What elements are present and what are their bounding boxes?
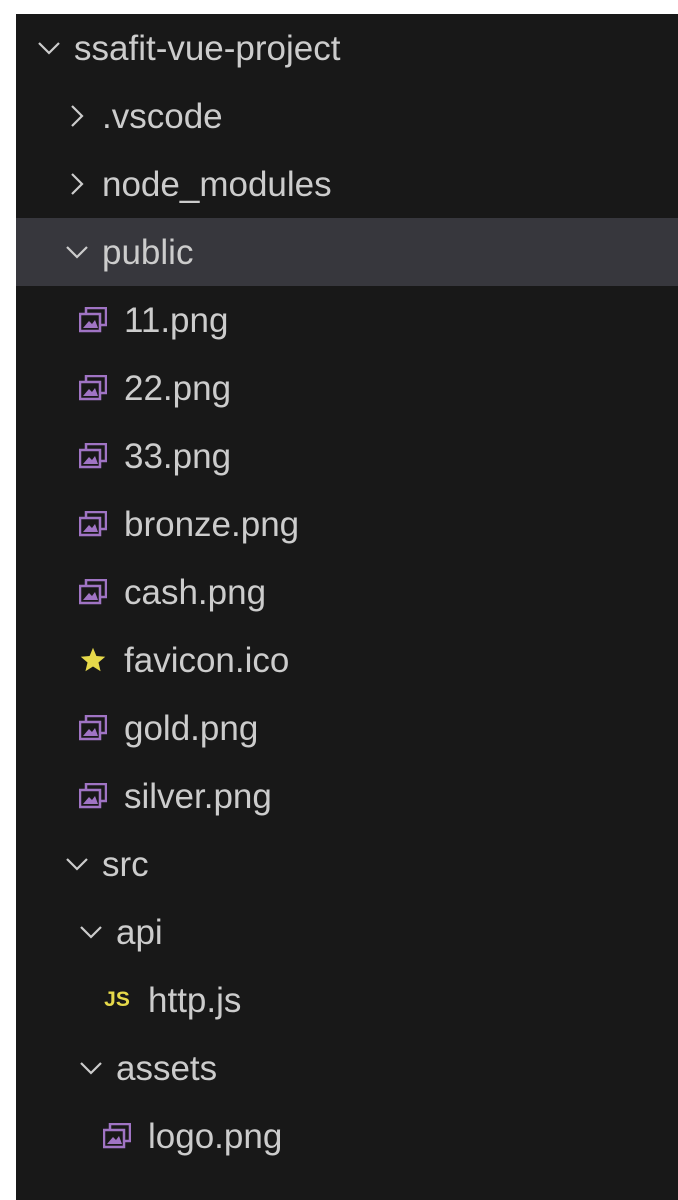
tree-item-label: logo.png: [148, 1116, 283, 1156]
tree-file-11-png[interactable]: 11.png: [16, 286, 678, 354]
tree-item-label: api: [116, 912, 163, 952]
tree-item-label: public: [102, 232, 194, 272]
star-icon: [76, 643, 110, 677]
tree-item-label: 33.png: [124, 436, 232, 476]
tree-folder-node-modules[interactable]: node_modules: [16, 150, 678, 218]
chevron-down-icon: [34, 33, 64, 63]
tree-file-bronze-png[interactable]: bronze.png: [16, 490, 678, 558]
chevron-down-icon: [62, 237, 92, 267]
image-file-icon: [76, 371, 110, 405]
tree-folder-public[interactable]: public: [16, 218, 678, 286]
image-file-icon: [76, 439, 110, 473]
tree-item-label: assets: [116, 1048, 218, 1088]
image-file-icon: [76, 303, 110, 337]
tree-item-label: favicon.ico: [124, 640, 290, 680]
tree-file-33-png[interactable]: 33.png: [16, 422, 678, 490]
file-explorer-tree: ssafit-vue-project .vscode node_modules …: [16, 14, 678, 1200]
tree-file-logo-png[interactable]: logo.png: [16, 1102, 678, 1170]
tree-file-silver-png[interactable]: silver.png: [16, 762, 678, 830]
tree-folder-vscode[interactable]: .vscode: [16, 82, 678, 150]
tree-item-label: node_modules: [102, 164, 332, 204]
chevron-right-icon: [62, 169, 92, 199]
tree-file-gold-png[interactable]: gold.png: [16, 694, 678, 762]
image-file-icon: [76, 507, 110, 541]
tree-item-label: 11.png: [124, 300, 229, 340]
tree-file-favicon-ico[interactable]: favicon.ico: [16, 626, 678, 694]
tree-item-label: 22.png: [124, 368, 232, 408]
tree-item-label: src: [102, 844, 149, 884]
tree-item-label: gold.png: [124, 708, 259, 748]
tree-item-label: bronze.png: [124, 504, 300, 544]
tree-item-label: cash.png: [124, 572, 267, 612]
image-file-icon: [76, 575, 110, 609]
chevron-down-icon: [62, 849, 92, 879]
image-file-icon: [76, 711, 110, 745]
tree-item-label: http.js: [148, 980, 242, 1020]
chevron-down-icon: [76, 917, 106, 947]
chevron-right-icon: [62, 101, 92, 131]
tree-folder-api[interactable]: api: [16, 898, 678, 966]
tree-item-label: .vscode: [102, 96, 223, 136]
tree-file-cash-png[interactable]: cash.png: [16, 558, 678, 626]
tree-file-http-js[interactable]: JS http.js: [16, 966, 678, 1034]
chevron-down-icon: [76, 1053, 106, 1083]
tree-item-label: ssafit-vue-project: [74, 28, 341, 68]
image-file-icon: [100, 1119, 134, 1153]
tree-file-22-png[interactable]: 22.png: [16, 354, 678, 422]
js-file-icon: JS: [104, 988, 130, 1011]
tree-folder-ssafit-vue-project[interactable]: ssafit-vue-project: [16, 14, 678, 82]
tree-item-label: silver.png: [124, 776, 272, 816]
image-file-icon: [76, 779, 110, 813]
tree-folder-src[interactable]: src: [16, 830, 678, 898]
tree-folder-assets[interactable]: assets: [16, 1034, 678, 1102]
